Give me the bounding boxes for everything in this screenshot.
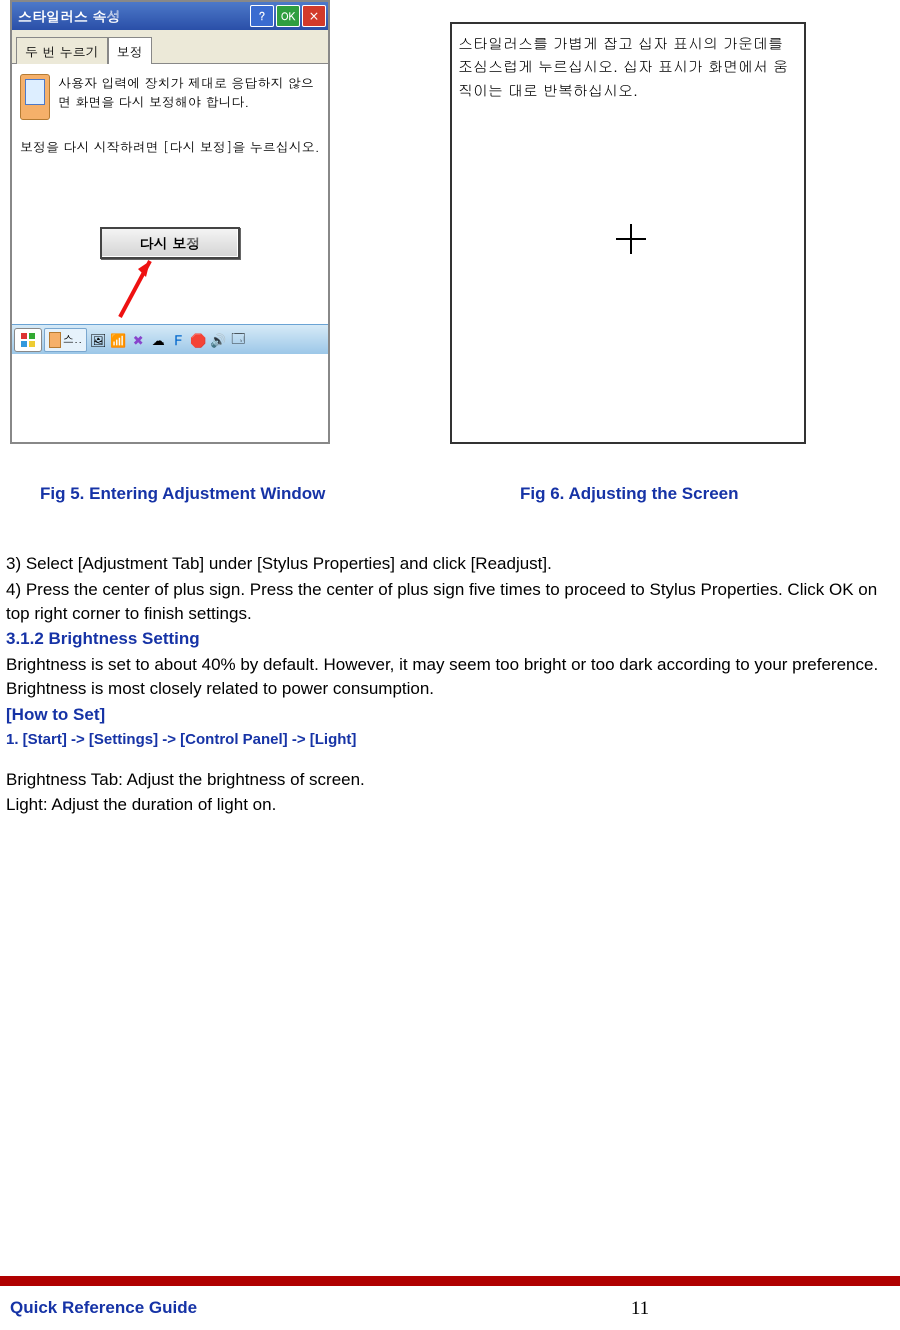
start-button[interactable] (14, 328, 42, 352)
pda-icon (20, 74, 50, 120)
section-description: Brightness is set to about 40% by defaul… (6, 653, 896, 701)
calibration-description: 사용자 입력에 장치가 제대로 응답하지 않으면 화면을 다시 보정해야 합니다… (58, 74, 320, 120)
help-button[interactable]: ? (250, 5, 274, 27)
fig6-caption: Fig 6. Adjusting the Screen (520, 484, 739, 504)
windows-flag-icon (20, 332, 36, 348)
footer: Quick Reference Guide 11 (0, 1298, 900, 1320)
calibration-instruction: 스타일러스를 가볍게 잡고 십자 표시의 가운데를 조심스럽게 누르십시오. 십… (458, 32, 798, 102)
tray-volume-icon[interactable]: 🔊 (209, 331, 227, 349)
footer-divider (0, 1276, 900, 1286)
section-heading: 3.1.2 Brightness Setting (6, 627, 896, 651)
tab-double-tap[interactable]: 두 번 누르기 (16, 37, 108, 64)
howto-heading: [How to Set] (6, 703, 896, 727)
tab-content: 사용자 입력에 장치가 제대로 응답하지 않으면 화면을 다시 보정해야 합니다… (12, 64, 328, 324)
tab-adjustment[interactable]: 보정 (108, 37, 152, 64)
tray-icon-1[interactable]: 🖼 (89, 331, 107, 349)
pda-small-icon (49, 332, 61, 348)
tray-icon-f[interactable]: F (169, 331, 187, 349)
nav-path: 1. [Start] -> [Settings] -> [Control Pan… (6, 729, 896, 750)
step-4: 4) Press the center of plus sign. Press … (6, 578, 896, 626)
body-text: 3) Select [Adjustment Tab] under [Stylus… (0, 552, 900, 817)
page: 스타일러스 속성 ? OK × 두 번 누르기 보정 사용자 입력에 장치가 제… (0, 0, 900, 1330)
tray-icon-4[interactable]: ☁ (149, 331, 167, 349)
ok-button[interactable]: OK (276, 5, 300, 27)
tray-desktop-icon[interactable]: 🗔 (229, 331, 247, 349)
tray-icon-3[interactable]: ✖ (129, 331, 147, 349)
taskbar: 스.. 🖼 📶 ✖ ☁ F 🛑 🔊 🗔 (12, 324, 328, 354)
calibration-screen: 스타일러스를 가볍게 잡고 십자 표시의 가운데를 조심스럽게 누르십시오. 십… (450, 22, 806, 444)
fig5-caption: Fig 5. Entering Adjustment Window (40, 484, 440, 504)
taskbar-app[interactable]: 스.. (44, 328, 87, 352)
crosshair-icon[interactable] (616, 224, 646, 254)
tray-icon-2[interactable]: 📶 (109, 331, 127, 349)
brightness-tab-line: Brightness Tab: Adjust the brightness of… (6, 768, 896, 792)
captions-row: Fig 5. Entering Adjustment Window Fig 6.… (0, 484, 900, 504)
window-title: 스타일러스 속성 (18, 6, 248, 26)
figures-row: 스타일러스 속성 ? OK × 두 번 누르기 보정 사용자 입력에 장치가 제… (0, 0, 900, 444)
tray-icon-5[interactable]: 🛑 (189, 331, 207, 349)
page-number: 11 (390, 1298, 890, 1320)
stylus-properties-window: 스타일러스 속성 ? OK × 두 번 누르기 보정 사용자 입력에 장치가 제… (10, 0, 330, 444)
calibration-hint: 보정을 다시 시작하려면 [다시 보정]을 누르십시오. (20, 138, 320, 157)
taskbar-app-label: 스.. (63, 332, 82, 347)
step-3: 3) Select [Adjustment Tab] under [Stylus… (6, 552, 896, 576)
tabs: 두 번 누르기 보정 (12, 30, 328, 64)
titlebar: 스타일러스 속성 ? OK × (12, 2, 328, 30)
light-line: Light: Adjust the duration of light on. (6, 793, 896, 817)
close-button[interactable]: × (302, 5, 326, 27)
footer-title: Quick Reference Guide (10, 1298, 390, 1320)
